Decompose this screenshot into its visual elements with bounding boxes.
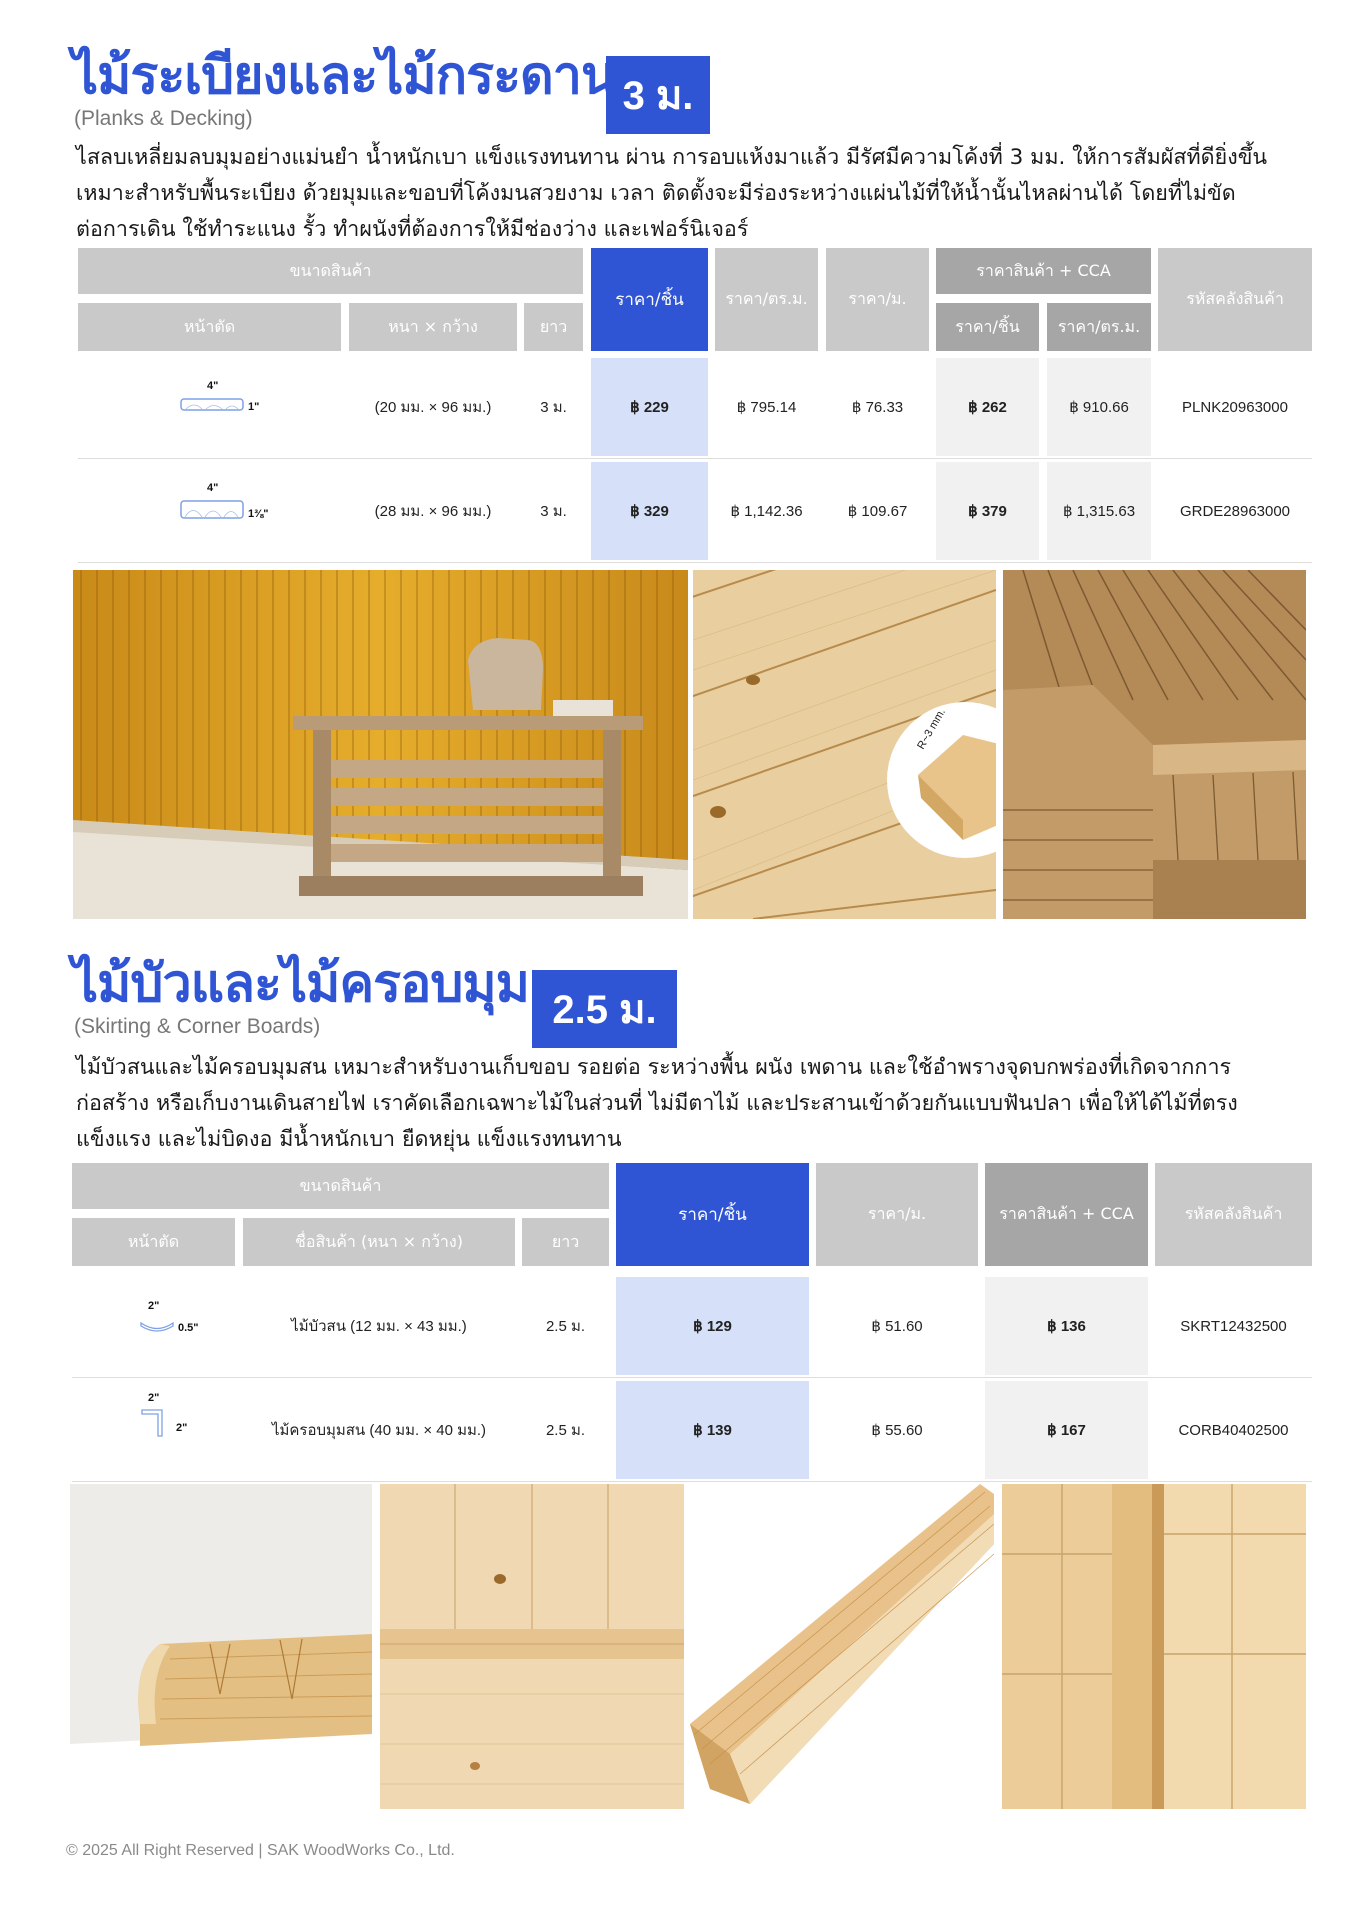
header-price-piece: ราคา/ชิ้น: [616, 1163, 809, 1266]
photo-corner-board: [690, 1484, 994, 1809]
thickness-label: 1⅜": [248, 508, 269, 520]
dims-cell: (28 มม. × 96 มม.): [374, 503, 492, 520]
row-divider: [72, 1377, 1312, 1378]
row-divider: [78, 458, 1312, 459]
dims-cell: (20 มม. × 96 มม.): [374, 399, 492, 416]
header-cca-group: ราคาสินค้า + CCA: [936, 248, 1151, 294]
header-price-sqm: ราคา/ตร.ม.: [715, 248, 818, 351]
planks-title-th: ไม้ระเบียงและไม้กระดาน: [72, 46, 617, 106]
header-name-dims: ชื่อสินค้า (หนา × กว้าง): [243, 1218, 515, 1266]
length-cell: 2.5 ม.: [545, 1318, 586, 1335]
cca-cell: ฿ 167: [985, 1381, 1148, 1479]
cross-section-icon: 2" 2": [138, 1392, 208, 1440]
sku-cell: CORB40402500: [1178, 1421, 1289, 1439]
price-piece-cell: ฿ 129: [616, 1277, 809, 1375]
cca-piece-cell: ฿ 262: [936, 358, 1039, 456]
skirting-description: ไม้บัวสนและไม้ครอบมุมสน เหมาะสำหรับงานเก…: [76, 1050, 1238, 1158]
length-cell: 3 ม.: [540, 503, 567, 520]
price-piece-cell: ฿ 329: [591, 462, 708, 560]
skirting-desc-line: แข็งแรง และไม่บิดงอ มีน้ำหนักเบา ยืดหยุ่…: [76, 1127, 622, 1152]
thickness-label: 2": [176, 1422, 188, 1434]
header-cca: ราคาสินค้า + CCA: [985, 1163, 1148, 1266]
header-sku: รหัสคลังสินค้า: [1155, 1163, 1312, 1266]
skirting-length-badge: 2.5 ม.: [532, 970, 677, 1048]
photo-deck-steps: [1003, 570, 1306, 919]
photo-deck-boards: R~3 mm.: [693, 570, 996, 919]
header-size: ขนาดสินค้า: [72, 1163, 609, 1209]
header-price-piece: ราคา/ชิ้น: [591, 248, 708, 351]
photo-office-desk: [73, 570, 688, 919]
header-size: ขนาดสินค้า: [78, 248, 583, 294]
header-length: ยาว: [522, 1218, 609, 1266]
cca-sqm-cell: ฿ 910.66: [1047, 358, 1151, 456]
header-thick-width: หนา × กว้าง: [349, 303, 517, 351]
skirting-profile-icon: [140, 1321, 174, 1332]
skirting-title: ไม้บัวและไม้ครอบมุม: [72, 952, 530, 1016]
price-m-cell: ฿ 109.67: [847, 503, 908, 520]
planks-title: ไม้ระเบียงและไม้กระดาน: [72, 44, 617, 108]
cca-piece-cell: ฿ 379: [936, 462, 1039, 560]
thickness-label: 0.5": [178, 1322, 199, 1334]
price-m-cell: ฿ 51.60: [871, 1318, 923, 1335]
sku-cell: GRDE28963000: [1179, 502, 1291, 520]
price-m-cell: ฿ 55.60: [871, 1422, 923, 1439]
width-label: 4": [207, 482, 219, 494]
cca-sqm-cell: ฿ 1,315.63: [1047, 462, 1151, 560]
planks-title-en: (Planks & Decking): [74, 107, 253, 130]
price-sqm-cell: ฿ 795.14: [736, 399, 797, 416]
header-length: ยาว: [524, 303, 583, 351]
width-label: 2": [148, 1392, 160, 1404]
header-price-m: ราคา/ม.: [826, 248, 929, 351]
price-piece-cell: ฿ 229: [591, 358, 708, 456]
sku-cell: SKRT12432500: [1180, 1317, 1287, 1335]
header-cca-piece: ราคา/ชิ้น: [936, 303, 1039, 351]
width-label: 4": [207, 380, 219, 392]
photo-skirting-molding: [70, 1484, 372, 1809]
price-m-cell: ฿ 76.33: [851, 399, 904, 416]
skirting-desc-line: ไม้บัวสนและไม้ครอบมุมสน เหมาะสำหรับงานเก…: [76, 1055, 1232, 1080]
photo-wall-panel-molding: [380, 1484, 684, 1809]
planks-desc-line: ไสลบเหลี่ยมลบมุมอย่างแม่นยำ น้ำหนักเบา แ…: [76, 145, 1268, 170]
corner-profile-icon: [141, 1409, 163, 1437]
price-sqm-cell: ฿ 1,142.36: [730, 503, 803, 520]
footer-copyright: © 2025 All Right Reserved | SAK WoodWork…: [66, 1842, 455, 1859]
cross-section-icon: 4" 1⅜": [180, 480, 269, 524]
name-cell: ไม้ครอบมุมสน (40 มม. × 40 มม.): [271, 1422, 487, 1439]
length-cell: 3 ม.: [540, 399, 567, 416]
name-cell: ไม้บัวสน (12 มม. × 43 มม.): [291, 1318, 467, 1335]
planks-desc-line: เหมาะสำหรับพื้นระเบียง ด้วยมุมและขอบที่โ…: [76, 181, 1236, 206]
planks-desc-line: ต่อการเดิน ใช้ทำระแนง รั้ว ทำผนังที่ต้อง…: [76, 217, 749, 242]
header-section: หน้าตัด: [78, 303, 341, 351]
plank-profile-icon: [180, 398, 244, 411]
skirting-desc-line: ก่อสร้าง หรือเก็บงานเดินสายไฟ เราคัดเลือ…: [76, 1091, 1238, 1116]
cross-section-icon: 4" 1": [180, 376, 259, 416]
header-price-m: ราคา/ม.: [816, 1163, 978, 1266]
header-section: หน้าตัด: [72, 1218, 235, 1266]
cca-cell: ฿ 136: [985, 1277, 1148, 1375]
header-sku: รหัสคลังสินค้า: [1158, 248, 1312, 351]
sku-cell: PLNK20963000: [1182, 398, 1288, 416]
thickness-label: 1": [248, 401, 260, 413]
planks-description: ไสลบเหลี่ยมลบมุมอย่างแม่นยำ น้ำหนักเบา แ…: [76, 140, 1267, 248]
planks-length-badge: 3 ม.: [606, 56, 710, 134]
skirting-title-en: (Skirting & Corner Boards): [74, 1015, 321, 1038]
length-cell: 2.5 ม.: [545, 1422, 586, 1439]
price-piece-cell: ฿ 139: [616, 1381, 809, 1479]
cross-section-icon: 2" 0.5": [138, 1300, 208, 1336]
row-divider: [78, 562, 1312, 563]
decking-profile-icon: [180, 500, 244, 519]
skirting-title-th: ไม้บัวและไม้ครอบมุม: [72, 954, 530, 1014]
row-divider: [72, 1481, 1312, 1482]
header-cca-sqm: ราคา/ตร.ม.: [1047, 303, 1151, 351]
width-label: 2": [148, 1300, 160, 1312]
photo-corner-installed: [1002, 1484, 1306, 1809]
